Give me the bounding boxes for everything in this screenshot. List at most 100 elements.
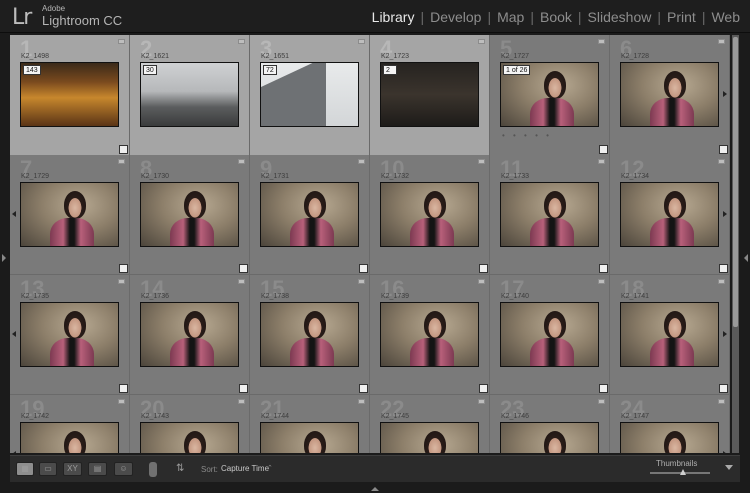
painter-spray-can-icon[interactable] (149, 462, 157, 477)
stack-collapse-icon[interactable] (12, 451, 16, 453)
flag-badge-icon[interactable] (478, 39, 485, 44)
grid-cell[interactable]: 8 K2_1730 (130, 155, 250, 275)
bottom-panel-toggle-icon[interactable] (371, 487, 379, 491)
photo-thumbnail[interactable] (140, 182, 239, 247)
photo-thumbnail[interactable] (140, 422, 239, 453)
grid-scrollbar[interactable] (732, 35, 739, 453)
grid-cell[interactable]: 21 K2_1744 (250, 395, 370, 453)
flag-badge-icon[interactable] (478, 399, 485, 404)
module-develop[interactable]: Develop (428, 9, 483, 25)
flag-badge-icon[interactable] (358, 399, 365, 404)
sort-direction-icon[interactable]: ⇅ (176, 463, 184, 474)
photo-thumbnail[interactable] (500, 182, 599, 247)
module-book[interactable]: Book (538, 9, 574, 25)
photo-thumbnail[interactable] (380, 302, 479, 367)
compare-view-button[interactable]: XY (63, 462, 82, 476)
module-library[interactable]: Library (370, 9, 417, 25)
stack-collapse-icon[interactable] (12, 211, 16, 217)
stack-count-badge[interactable]: 2 (383, 65, 397, 75)
grid-cell[interactable]: 18 K2_1741 (610, 275, 730, 395)
flag-badge-icon[interactable] (118, 39, 125, 44)
photo-thumbnail[interactable] (260, 182, 359, 247)
flag-badge-icon[interactable] (118, 279, 125, 284)
photo-thumbnail[interactable] (380, 422, 479, 453)
photo-thumbnail[interactable] (20, 422, 119, 453)
grid-cell[interactable]: 16 K2_1739 (370, 275, 490, 395)
flag-badge-icon[interactable] (478, 279, 485, 284)
photo-thumbnail[interactable] (620, 62, 719, 127)
photo-thumbnail[interactable] (20, 302, 119, 367)
photo-thumbnail[interactable] (260, 302, 359, 367)
flag-badge-icon[interactable] (598, 159, 605, 164)
photo-thumbnail[interactable] (140, 302, 239, 367)
sort-dropdown-caret-icon[interactable]: ⌃ (267, 464, 273, 472)
module-map[interactable]: Map (495, 9, 526, 25)
flag-badge-icon[interactable] (238, 279, 245, 284)
grid-cell[interactable]: 2 K2_1621 30 (130, 35, 250, 156)
flag-badge-icon[interactable] (718, 399, 725, 404)
flag-badge-icon[interactable] (718, 39, 725, 44)
rating-dots-icon[interactable]: • • • • • (502, 131, 552, 140)
module-print[interactable]: Print (665, 9, 698, 25)
stack-count-badge[interactable]: 72 (263, 65, 277, 75)
grid-cell[interactable]: 20 K2_1743 (130, 395, 250, 453)
stack-count-badge[interactable]: 1 of 26 (503, 65, 531, 75)
photo-thumbnail[interactable] (620, 422, 719, 453)
right-panel-toggle-icon[interactable] (744, 254, 748, 262)
flag-badge-icon[interactable] (718, 159, 725, 164)
grid-cell[interactable]: 10 K2_1732 (370, 155, 490, 275)
photo-thumbnail[interactable] (500, 302, 599, 367)
grid-view-button[interactable]: ▦ (16, 462, 34, 476)
flag-badge-icon[interactable] (598, 39, 605, 44)
grid-cell[interactable]: 11 K2_1733 (490, 155, 610, 275)
grid-cell[interactable]: 5 K2_1727 1 of 26 • • • • • (490, 35, 610, 156)
grid-cell[interactable]: 6 K2_1728 (610, 35, 730, 156)
grid-cell[interactable]: 4 K2_1723 2 (370, 35, 490, 156)
flag-badge-icon[interactable] (238, 39, 245, 44)
toolbar-menu-caret-icon[interactable] (725, 465, 733, 470)
grid-cell[interactable]: 9 K2_1731 (250, 155, 370, 275)
flag-badge-icon[interactable] (598, 399, 605, 404)
flag-badge-icon[interactable] (598, 279, 605, 284)
grid-cell[interactable]: 15 K2_1738 (250, 275, 370, 395)
grid-cell[interactable]: 1 K2_1498 143 (10, 35, 130, 156)
photo-thumbnail[interactable] (260, 422, 359, 453)
flag-badge-icon[interactable] (238, 399, 245, 404)
stack-collapse-icon[interactable] (12, 331, 16, 337)
flag-badge-icon[interactable] (358, 39, 365, 44)
sort-dropdown[interactable]: Capture Time (221, 464, 269, 473)
thumbnail-size-slider-knob[interactable] (680, 469, 686, 475)
flag-badge-icon[interactable] (238, 159, 245, 164)
grid-cell[interactable]: 7 K2_1729 (10, 155, 130, 275)
loupe-view-button[interactable]: ▭ (39, 462, 57, 476)
photo-thumbnail[interactable] (20, 182, 119, 247)
left-panel-toggle-icon[interactable] (2, 254, 6, 262)
grid-cell[interactable]: 22 K2_1745 (370, 395, 490, 453)
grid-cell[interactable]: 23 K2_1746 (490, 395, 610, 453)
stack-expand-icon[interactable] (723, 331, 727, 337)
grid-cell[interactable]: 13 K2_1735 (10, 275, 130, 395)
grid-cell[interactable]: 24 K2_1747 (610, 395, 730, 453)
flag-badge-icon[interactable] (358, 159, 365, 164)
grid-cell[interactable]: 14 K2_1736 (130, 275, 250, 395)
photo-thumbnail[interactable] (620, 182, 719, 247)
grid-cell[interactable]: 17 K2_1740 (490, 275, 610, 395)
flag-badge-icon[interactable] (118, 159, 125, 164)
photo-thumbnail[interactable] (620, 302, 719, 367)
stack-expand-icon[interactable] (723, 91, 727, 97)
photo-thumbnail[interactable] (380, 182, 479, 247)
module-web[interactable]: Web (709, 9, 742, 25)
flag-badge-icon[interactable] (478, 159, 485, 164)
module-slideshow[interactable]: Slideshow (586, 9, 654, 25)
scrollbar-thumb[interactable] (733, 37, 738, 327)
flag-badge-icon[interactable] (718, 279, 725, 284)
grid-cell[interactable]: 3 K2_1651 72 (250, 35, 370, 156)
stack-count-badge[interactable]: 143 (23, 65, 41, 75)
stack-count-badge[interactable]: 30 (143, 65, 157, 75)
flag-badge-icon[interactable] (358, 279, 365, 284)
photo-thumbnail[interactable] (500, 422, 599, 453)
grid-cell[interactable]: 19 K2_1742 (10, 395, 130, 453)
stack-expand-icon[interactable] (723, 211, 727, 217)
flag-badge-icon[interactable] (118, 399, 125, 404)
people-view-button[interactable]: ☺ (114, 462, 133, 476)
